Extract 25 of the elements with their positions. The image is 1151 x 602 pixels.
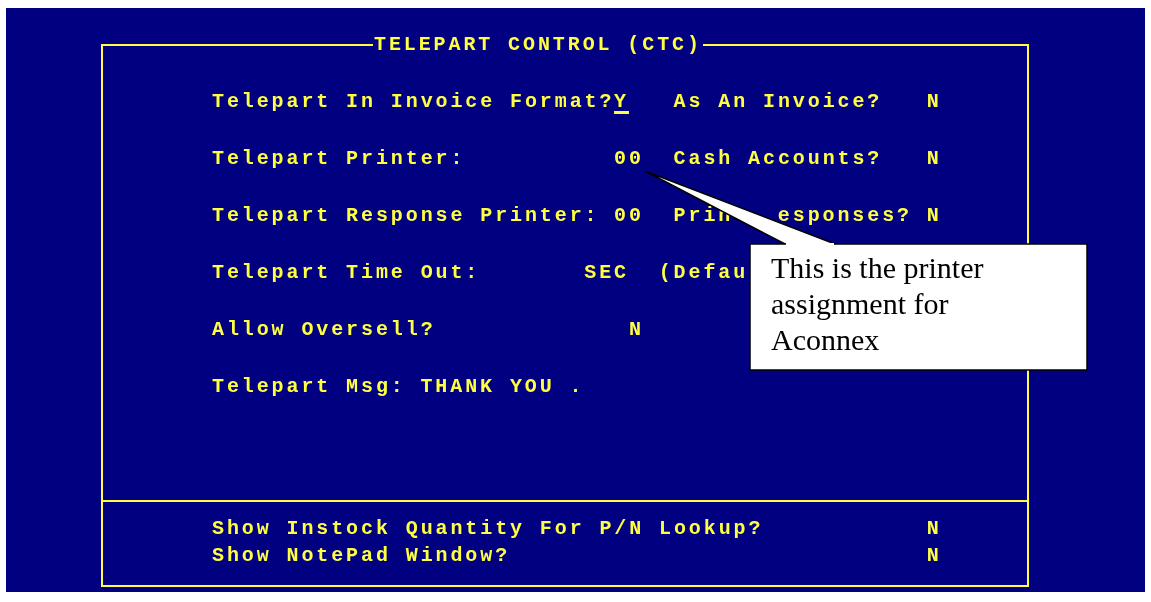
- setting-label: Show NotePad Window?: [212, 542, 511, 569]
- field-value[interactable]: 00: [614, 145, 644, 172]
- field-label: Telepart Printer:: [212, 145, 466, 172]
- setting-label: Show Instock Quantity For P/N Lookup?: [212, 515, 764, 542]
- field-value[interactable]: SEC: [584, 259, 629, 286]
- option-value[interactable]: N: [926, 202, 942, 229]
- field-label: Telepart In Invoice Format?: [212, 88, 615, 115]
- option-label: esponses?: [777, 202, 912, 229]
- field-label: Telepart Time Out:: [212, 259, 481, 286]
- option-label: Cash Accounts?: [673, 145, 883, 172]
- field-value[interactable]: 00: [614, 202, 644, 229]
- field-value[interactable]: N: [628, 316, 644, 343]
- option-label: As An Invoice?: [673, 88, 883, 115]
- option-value[interactable]: N: [926, 145, 942, 172]
- field-note: (Defau: [658, 259, 749, 286]
- callout-text: This is the printer assignment for Aconnex: [771, 250, 985, 358]
- field-label: Telepart Msg:: [212, 373, 406, 400]
- field-label: Allow Oversell?: [212, 316, 436, 343]
- setting-value[interactable]: N: [926, 515, 942, 542]
- option-value[interactable]: N: [926, 88, 942, 115]
- field-label: Telepart Response Printer:: [212, 202, 600, 229]
- field-value[interactable]: Y: [614, 88, 629, 115]
- setting-value[interactable]: N: [926, 542, 942, 569]
- window-title: TELEPART CONTROL (CTC): [373, 32, 703, 58]
- field-value[interactable]: THANK YOU .: [420, 373, 585, 400]
